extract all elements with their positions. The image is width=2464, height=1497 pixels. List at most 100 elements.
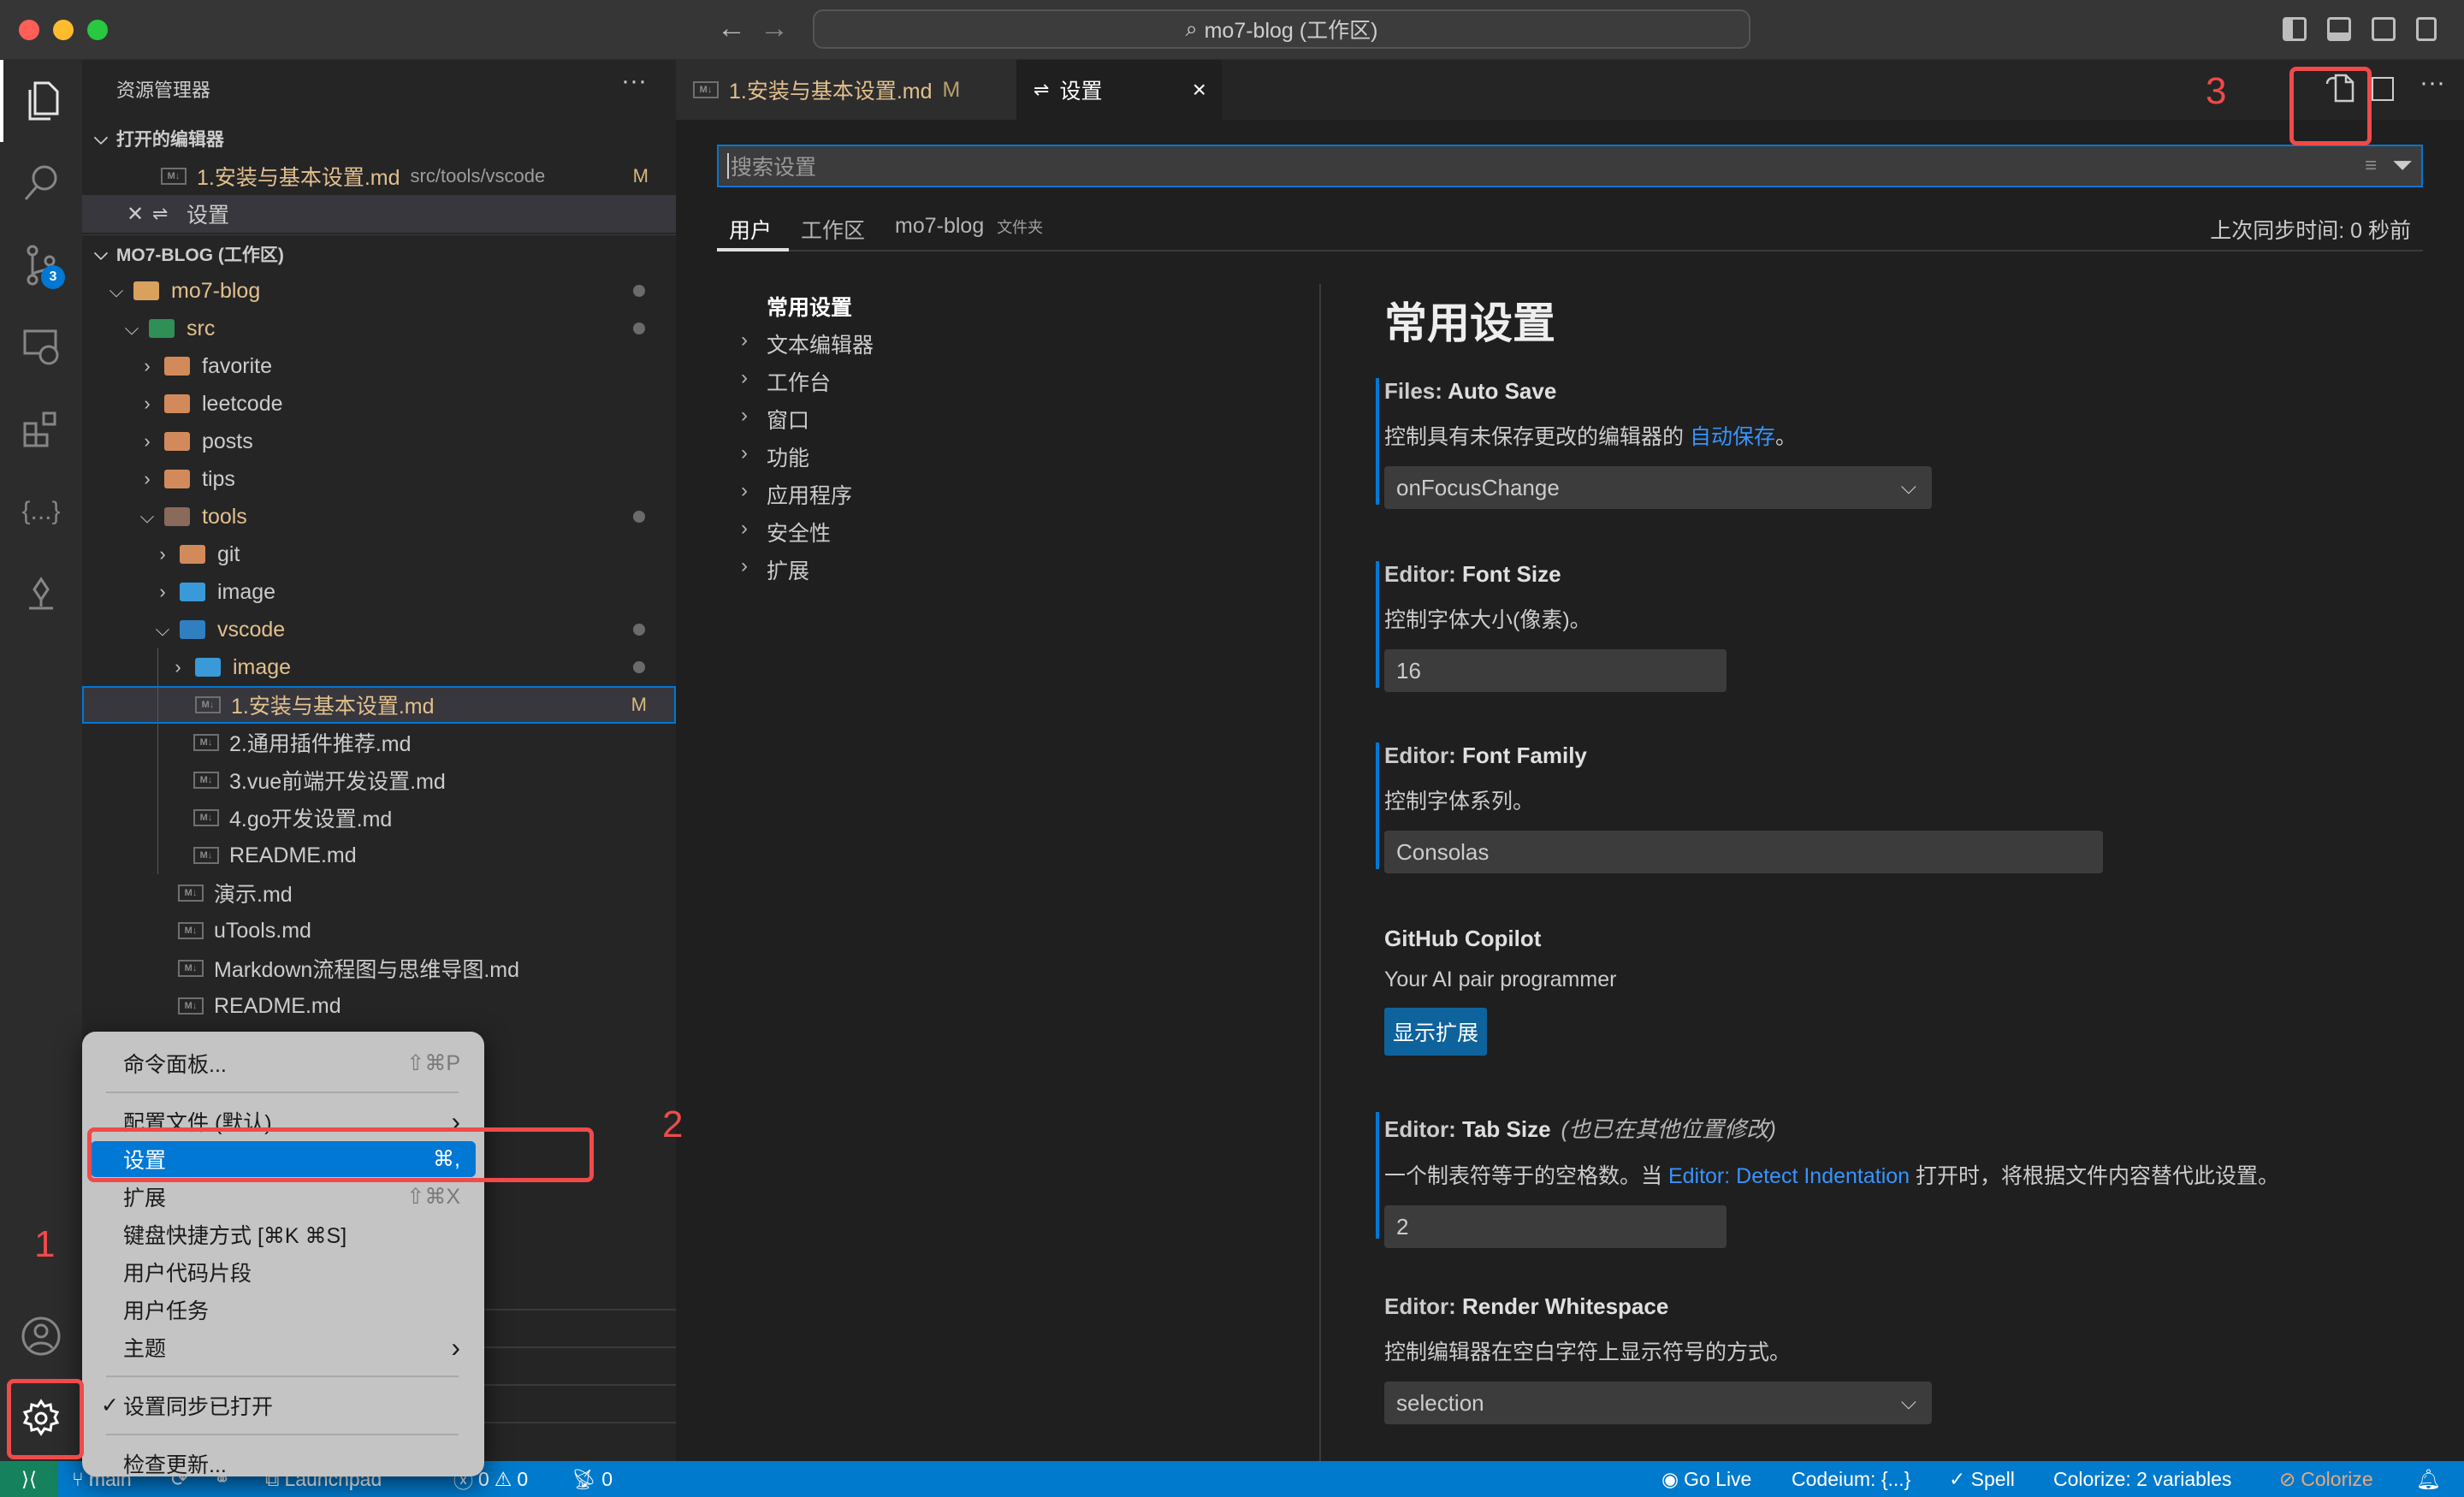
- filter-icon[interactable]: ⏷: [2392, 151, 2413, 180]
- chevron-right-icon: ›: [741, 479, 748, 502]
- chevron-down-icon: ⌵: [139, 506, 155, 527]
- more-actions-icon[interactable]: ···: [2420, 68, 2445, 98]
- modified-indicator: [1376, 378, 1379, 505]
- tab-folder-settings[interactable]: mo7-blog 文件夹: [895, 214, 1043, 239]
- file-tree-folder[interactable]: › posts: [82, 423, 676, 460]
- toc-item[interactable]: 应用程序: [767, 479, 852, 510]
- auto-save-select[interactable]: onFocusChange ⌵: [1384, 466, 1932, 509]
- file-tree-folder[interactable]: ⌵ vscode: [82, 611, 676, 648]
- file-tree-file[interactable]: M↓ README.md: [82, 837, 676, 874]
- close-icon[interactable]: ✕: [127, 202, 152, 227]
- file-tree-folder[interactable]: ⌵ mo7-blog: [82, 272, 676, 310]
- toggle-panel-icon[interactable]: [2327, 17, 2351, 41]
- menu-item[interactable]: 扩展 ⇧⌘X: [91, 1179, 476, 1215]
- menu-item[interactable]: ✓ 设置同步已打开: [91, 1388, 476, 1423]
- tab-user-settings[interactable]: 用户: [729, 214, 772, 245]
- close-window-button[interactable]: [19, 20, 39, 40]
- menu-item[interactable]: 命令面板... ⇧⌘P: [91, 1045, 476, 1081]
- remote-explorer-icon[interactable]: [0, 306, 82, 388]
- file-tree-file[interactable]: M↓ 3.vue前端开发设置.md: [82, 761, 676, 799]
- colorize-variables-status[interactable]: Colorize: 2 variables: [2053, 1461, 2231, 1497]
- more-actions-icon[interactable]: ···: [621, 67, 647, 96]
- clear-filter-icon[interactable]: ≡: [2365, 154, 2377, 178]
- spell-status[interactable]: ✓ Spell: [1949, 1461, 2015, 1497]
- toc-item[interactable]: 扩展: [767, 554, 809, 585]
- file-tree-file[interactable]: M↓ 1.安装与基本设置.md M: [82, 686, 676, 724]
- toc-item[interactable]: 文本编辑器: [767, 328, 874, 359]
- file-tree-folder[interactable]: › tips: [82, 460, 676, 498]
- colorize-toggle[interactable]: ⊘ Colorize: [2279, 1461, 2373, 1497]
- annotation-label-1: 1: [34, 1223, 56, 1265]
- open-editor-item[interactable]: M↓ 1.安装与基本设置.md src/tools/vscode M: [82, 157, 676, 195]
- tab-workspace-settings[interactable]: 工作区: [801, 214, 865, 245]
- menu-item[interactable]: 键盘快捷方式 [⌘K ⌘S]: [91, 1216, 476, 1252]
- toc-item[interactable]: 工作台: [767, 366, 831, 397]
- customize-layout-icon[interactable]: [2416, 17, 2437, 41]
- settings-search-input[interactable]: 搜索设置 ≡ ⏷: [717, 145, 2423, 187]
- maximize-window-button[interactable]: [87, 20, 108, 40]
- command-center[interactable]: ⌕ mo7-blog (工作区): [813, 9, 1750, 49]
- workspace-header[interactable]: ⌵ MO7-BLOG (工作区): [82, 234, 676, 272]
- open-editors-header[interactable]: ⌵ 打开的编辑器: [82, 120, 676, 157]
- setting-github-copilot: GitHub Copilot Your AI pair programmer 显…: [1384, 926, 1983, 1056]
- file-tree-folder[interactable]: › image: [82, 648, 676, 686]
- file-tree-file[interactable]: M↓ 演示.md: [82, 874, 676, 912]
- forward-arrow-icon[interactable]: →: [760, 12, 789, 45]
- toggle-primary-sidebar-icon[interactable]: [2283, 17, 2307, 41]
- file-tree-folder[interactable]: › git: [82, 535, 676, 573]
- notifications-bell-icon[interactable]: 🔔︎: [2416, 1461, 2441, 1497]
- tab-size-input[interactable]: 2: [1384, 1205, 1727, 1248]
- back-arrow-icon[interactable]: ←: [717, 12, 746, 45]
- title-bar: ← → ⌕ mo7-blog (工作区): [0, 0, 2464, 60]
- font-size-input[interactable]: 16: [1384, 649, 1727, 692]
- minimize-window-button[interactable]: [53, 20, 74, 40]
- go-live-button[interactable]: ◉ Go Live: [1661, 1461, 1751, 1497]
- remote-indicator[interactable]: ⟩⟨: [0, 1461, 58, 1497]
- split-editor-icon[interactable]: [2372, 77, 2394, 101]
- toc-item[interactable]: 窗口: [767, 404, 809, 435]
- markdown-icon: M↓: [178, 922, 204, 939]
- toc-item[interactable]: 功能: [767, 441, 809, 472]
- menu-item[interactable]: 用户代码片段: [91, 1254, 476, 1290]
- close-tab-icon[interactable]: ×: [1193, 76, 1206, 104]
- codeium-status[interactable]: Codeium: {...}: [1792, 1461, 1910, 1497]
- file-tree-folder[interactable]: › leetcode: [82, 385, 676, 423]
- menu-item[interactable]: 主题 ›: [91, 1329, 476, 1365]
- json-braces-icon[interactable]: {...}: [0, 470, 82, 553]
- file-tree-file[interactable]: M↓ uTools.md: [82, 912, 676, 950]
- menu-item[interactable]: 检查更新...: [91, 1446, 476, 1482]
- explorer-icon[interactable]: [0, 60, 82, 142]
- tab-markdown-file[interactable]: M↓ 1.安装与基本设置.md M: [676, 60, 1016, 120]
- toc-item[interactable]: 安全性: [767, 517, 831, 547]
- file-tree-file[interactable]: M↓ 4.go开发设置.md: [82, 799, 676, 837]
- search-icon[interactable]: [0, 142, 82, 224]
- markdown-icon: M↓: [193, 772, 219, 789]
- render-whitespace-select[interactable]: selection ⌵: [1384, 1382, 1932, 1424]
- ports-status[interactable]: 📡︎ 0: [572, 1461, 613, 1497]
- toc-commonly-used[interactable]: 常用设置: [767, 291, 852, 322]
- accounts-icon[interactable]: [0, 1295, 82, 1377]
- auto-save-link[interactable]: 自动保存: [1690, 425, 1775, 449]
- file-tree-folder[interactable]: › favorite: [82, 347, 676, 385]
- file-tree-folder[interactable]: › image: [82, 573, 676, 611]
- deploy-pin-icon[interactable]: [0, 553, 82, 635]
- toggle-secondary-sidebar-icon[interactable]: [2372, 17, 2396, 41]
- menu-item[interactable]: 用户任务: [91, 1292, 476, 1328]
- source-control-icon[interactable]: 3: [0, 224, 82, 306]
- branch-icon: ⑂: [72, 1467, 84, 1490]
- annotation-box-3: [2289, 67, 2372, 145]
- file-tree-file[interactable]: M↓ Markdown流程图与思维导图.md: [82, 950, 676, 987]
- tab-settings[interactable]: ⇌ 设置 ×: [1016, 60, 1222, 120]
- extensions-icon[interactable]: [0, 388, 82, 470]
- chevron-down-icon: ⌵: [94, 243, 108, 263]
- file-tree-folder[interactable]: ⌵ src: [82, 310, 676, 347]
- file-tree-folder[interactable]: ⌵ tools: [82, 498, 676, 535]
- broadcast-icon: ◉: [1661, 1467, 1679, 1490]
- show-extension-button[interactable]: 显示扩展: [1384, 1008, 1488, 1056]
- font-family-input[interactable]: Consolas: [1384, 831, 2103, 873]
- detect-indentation-link[interactable]: Editor: Detect Indentation: [1668, 1164, 1910, 1188]
- open-editor-item[interactable]: ✕ ⇌ 设置: [82, 195, 676, 233]
- file-tree-file[interactable]: M↓ README.md: [82, 987, 676, 1025]
- setting-editor-font-family: Editor: Font Family 控制字体系列。 Consolas: [1376, 743, 2154, 873]
- file-tree-file[interactable]: M↓ 2.通用插件推荐.md: [82, 724, 676, 761]
